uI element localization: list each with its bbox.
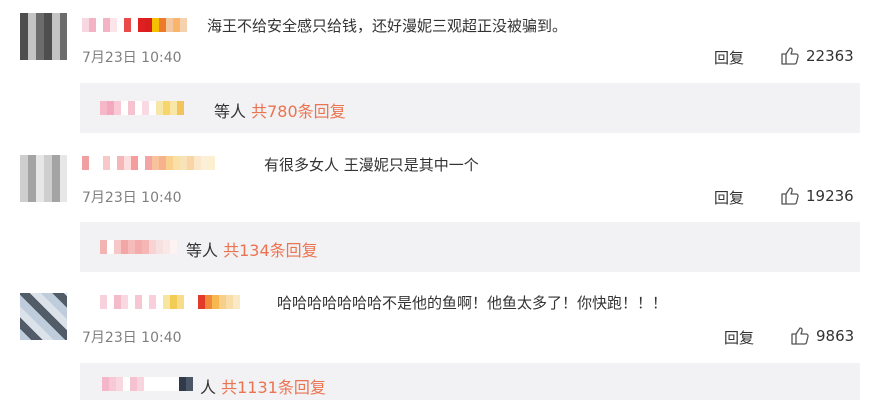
like-count: 22363 [806, 47, 854, 65]
replies-label[interactable]: 等人 共134条回复 [186, 237, 318, 261]
comment-date: 7月23日 10:40 [82, 50, 182, 66]
like-button[interactable]: 19236 [780, 186, 854, 206]
avatar[interactable] [20, 293, 67, 340]
like-button[interactable]: 22363 [780, 46, 854, 66]
reply-count[interactable]: 共780条回复 [251, 102, 346, 121]
replies-summary[interactable]: 等人 共134条回复 [80, 222, 860, 272]
comment-text: 海王不给安全感只给钱，还好漫妮三观超正没被骗到。 [207, 17, 568, 35]
reply-count[interactable]: 共134条回复 [223, 241, 318, 260]
replier-names-obscured [100, 101, 184, 115]
replies-label[interactable]: 人 共1131条回复 [200, 374, 326, 398]
username-obscured[interactable] [82, 18, 187, 32]
replies-summary[interactable]: 等人 共780条回复 [80, 83, 860, 133]
username-obscured[interactable] [100, 295, 240, 309]
comment-date: 7月23日 10:40 [82, 190, 182, 206]
replier-names-obscured [102, 377, 193, 391]
username-obscured[interactable] [82, 156, 215, 170]
reply-button[interactable]: 回复 [714, 47, 744, 68]
reply-button[interactable]: 回复 [714, 187, 744, 208]
thumbs-up-icon [781, 47, 799, 65]
like-count: 19236 [806, 187, 854, 205]
avatar[interactable] [20, 155, 67, 202]
comment-text: 有很多女人 王漫妮只是其中一个 [264, 156, 479, 174]
thumbs-up-icon [791, 327, 809, 345]
reply-count[interactable]: 共1131条回复 [221, 378, 326, 397]
comment-date: 7月23日 10:40 [82, 330, 182, 346]
avatar[interactable] [20, 13, 67, 60]
reply-button[interactable]: 回复 [724, 327, 754, 348]
replies-label[interactable]: 等人 共780条回复 [214, 98, 346, 122]
like-count: 9863 [816, 327, 855, 345]
comment-text: 哈哈哈哈哈哈哈不是他的鱼啊！他鱼太多了！你快跑！！！ [277, 294, 668, 312]
replier-names-obscured [100, 240, 177, 254]
thumbs-up-icon [781, 187, 799, 205]
replies-summary[interactable]: 人 共1131条回复 [80, 363, 860, 400]
like-button[interactable]: 9863 [790, 326, 854, 346]
